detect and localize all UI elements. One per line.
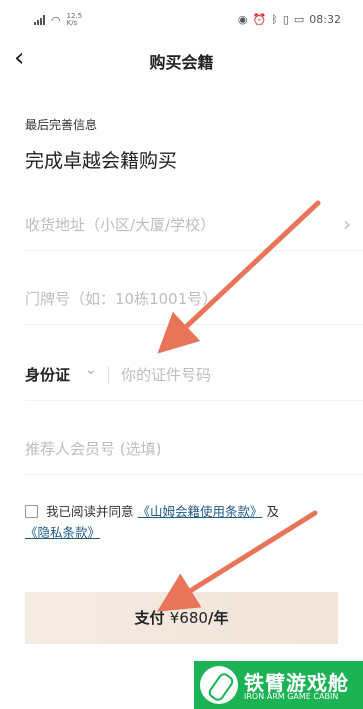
terms-link[interactable]: 《山姆会籍使用条款》 <box>138 504 263 519</box>
status-bar: ◠ 12.5 K/s ◉ ⏰ ᛒ ▯ ▭ 08:32 <box>0 0 363 40</box>
watermark: 铁臂游戏舱 IRON ARM GAME CABIN <box>194 661 363 709</box>
status-time: 08:32 <box>309 13 341 26</box>
agreement-text: 我已阅读并同意 《山姆会籍使用条款》 及 《隐私条款》 <box>25 501 345 543</box>
watermark-logo-icon <box>200 666 238 704</box>
eye-icon: ◉ <box>237 13 248 26</box>
id-row: 身份证 ⌄ 你的证件号码 <box>25 350 363 401</box>
agreement-connector: 及 <box>266 504 280 519</box>
alarm-icon: ⏰ <box>252 13 267 26</box>
pay-label: 支付 <box>134 609 165 627</box>
id-number-field[interactable]: 你的证件号码 <box>121 364 211 385</box>
pay-unit: /年 <box>207 609 229 627</box>
nav-header: ‹ 购买会籍 <box>0 40 363 80</box>
network-speed: 12.5 K/s <box>66 12 83 27</box>
pay-button[interactable]: 支付 ¥680/年 <box>25 592 338 644</box>
watermark-en: IRON ARM GAME CABIN <box>244 692 339 701</box>
bluetooth-icon: ᛒ <box>271 13 278 26</box>
referrer-field[interactable]: 推荐人会员号 (选填) <box>25 424 363 475</box>
unit-number-field[interactable]: 门牌号（如：10栋1001号） <box>25 274 363 325</box>
vibrate-icon: ▯ <box>282 13 289 26</box>
status-left: ◠ 12.5 K/s <box>34 13 82 27</box>
status-right: ◉ ⏰ ᛒ ▯ ▭ 08:32 <box>238 13 341 26</box>
unit-placeholder: 门牌号（如：10栋1001号） <box>25 290 218 308</box>
id-type-select[interactable]: 身份证 <box>25 364 70 385</box>
address-placeholder: 收货地址（小区/大厦/学校） <box>25 216 216 234</box>
chevron-down-icon[interactable]: ⌄ <box>85 362 97 378</box>
section-label: 最后完善信息 <box>25 118 98 132</box>
referrer-placeholder: 推荐人会员号 (选填) <box>25 440 162 458</box>
agreement-checkbox[interactable] <box>25 505 38 518</box>
privacy-link[interactable]: 《隐私条款》 <box>25 525 100 540</box>
chevron-right-icon: › <box>343 212 351 236</box>
form-heading: 完成卓越会籍购买 <box>25 150 178 172</box>
page-title: 购买会籍 <box>149 53 214 72</box>
agreement-prefix: 我已阅读并同意 <box>46 504 134 519</box>
address-field[interactable]: 收货地址（小区/大厦/学校） › <box>25 200 363 251</box>
wifi-icon: ◠ <box>51 13 61 27</box>
divider <box>108 366 109 384</box>
signal-icon <box>34 15 45 25</box>
battery-icon: ▭ <box>293 13 305 26</box>
pay-price: ¥680 <box>169 609 208 627</box>
